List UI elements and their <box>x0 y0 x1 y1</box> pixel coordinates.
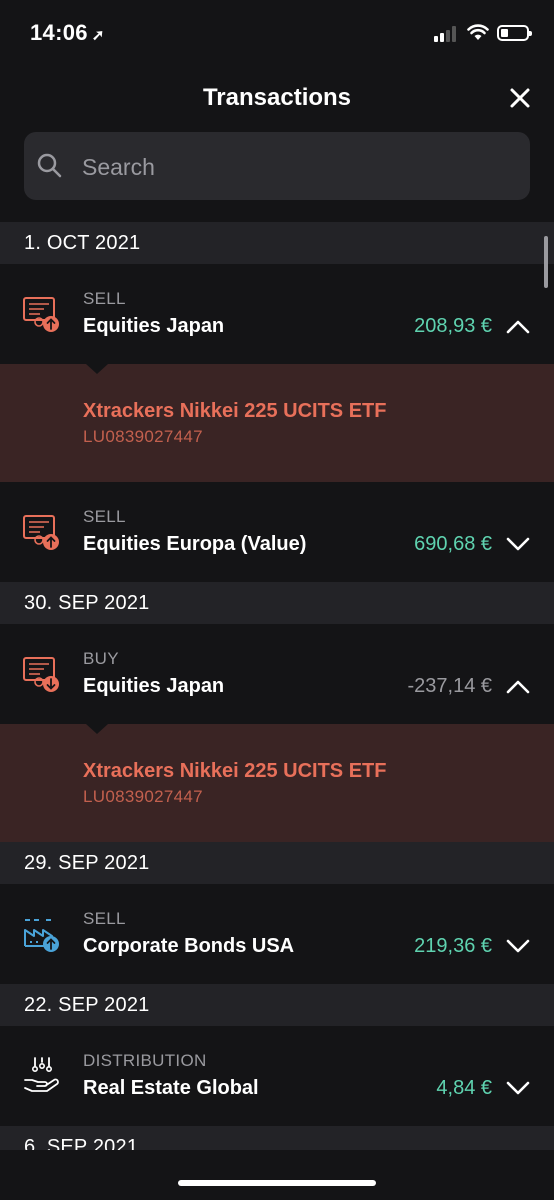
transaction-type: SELL <box>83 289 126 308</box>
transaction-row[interactable]: DISTRIBUTION Real Estate Global 4,84 € <box>0 1026 554 1126</box>
home-indicator[interactable] <box>178 1180 376 1186</box>
transaction-amount: 208,93 € <box>414 315 492 337</box>
detail-notch <box>86 364 108 374</box>
transaction-row[interactable]: BUY Equities Japan -237,14 € <box>0 624 554 724</box>
transaction-name: Equities Japan <box>83 315 225 337</box>
transaction-type: BUY <box>83 649 119 668</box>
page-title: Transactions <box>202 84 352 111</box>
date-header: 6. SEP 2021 <box>0 1126 554 1150</box>
chevron-up-icon[interactable] <box>506 318 530 334</box>
chevron-up-icon[interactable] <box>506 678 530 694</box>
search-bar[interactable] <box>24 132 530 200</box>
fund-name: Xtrackers Nikkei 225 UCITS ETF <box>83 400 387 422</box>
transaction-detail[interactable]: Xtrackers Nikkei 225 UCITS ETF LU0839027… <box>0 724 554 842</box>
status-time: 14:06 ➚ <box>30 20 105 45</box>
fund-name: Xtrackers Nikkei 225 UCITS ETF <box>83 760 387 782</box>
close-icon[interactable] <box>508 86 532 110</box>
certificate-buy-icon <box>23 657 59 692</box>
transaction-amount: 219,36 € <box>414 935 492 957</box>
chevron-down-icon[interactable] <box>506 938 530 954</box>
date-header: 1. OCT 2021 <box>0 222 554 264</box>
transaction-name: Real Estate Global <box>83 1077 259 1099</box>
transaction-name: Equities Europa (Value) <box>83 533 307 555</box>
transaction-detail[interactable]: Xtrackers Nikkei 225 UCITS ETF LU0839027… <box>0 364 554 482</box>
transaction-row[interactable]: SELL Equities Europa (Value) 690,68 € <box>0 482 554 582</box>
hand-coins-icon <box>24 1057 59 1092</box>
transaction-row[interactable]: SELL Corporate Bonds USA 219,36 € <box>0 884 554 984</box>
transaction-type: DISTRIBUTION <box>83 1051 207 1070</box>
transaction-type: SELL <box>83 909 126 928</box>
location-arrow-icon: ➚ <box>91 27 105 44</box>
fund-isin: LU0839027447 <box>83 787 203 806</box>
transaction-row[interactable]: SELL Equities Japan 208,93 € <box>0 264 554 364</box>
date-header: 22. SEP 2021 <box>0 984 554 1026</box>
certificate-sell-icon <box>23 515 59 550</box>
search-icon <box>37 153 62 178</box>
chevron-down-icon[interactable] <box>506 1080 530 1096</box>
status-bar: 14:06 ➚ <box>0 0 554 70</box>
transaction-amount: 690,68 € <box>414 533 492 555</box>
transaction-name: Corporate Bonds USA <box>83 935 295 957</box>
fund-isin: LU0839027447 <box>83 427 203 446</box>
transaction-amount: 4,84 € <box>436 1077 492 1099</box>
factory-sell-icon <box>24 919 59 952</box>
transaction-amount: -237,14 € <box>407 675 492 697</box>
detail-notch <box>86 724 108 734</box>
scrollbar[interactable] <box>544 236 548 288</box>
transaction-type: SELL <box>83 507 126 526</box>
transaction-list[interactable]: 1. OCT 2021 SELL Equities Japan 208,93 €… <box>0 222 554 1150</box>
search-input[interactable] <box>80 150 504 184</box>
transaction-name: Equities Japan <box>83 675 225 697</box>
certificate-sell-icon <box>23 297 59 332</box>
cellular-signal-icon <box>434 26 462 42</box>
battery-icon <box>497 25 532 41</box>
chevron-down-icon[interactable] <box>506 536 530 552</box>
wifi-icon <box>467 24 489 40</box>
date-header: 29. SEP 2021 <box>0 842 554 884</box>
date-header: 30. SEP 2021 <box>0 582 554 624</box>
